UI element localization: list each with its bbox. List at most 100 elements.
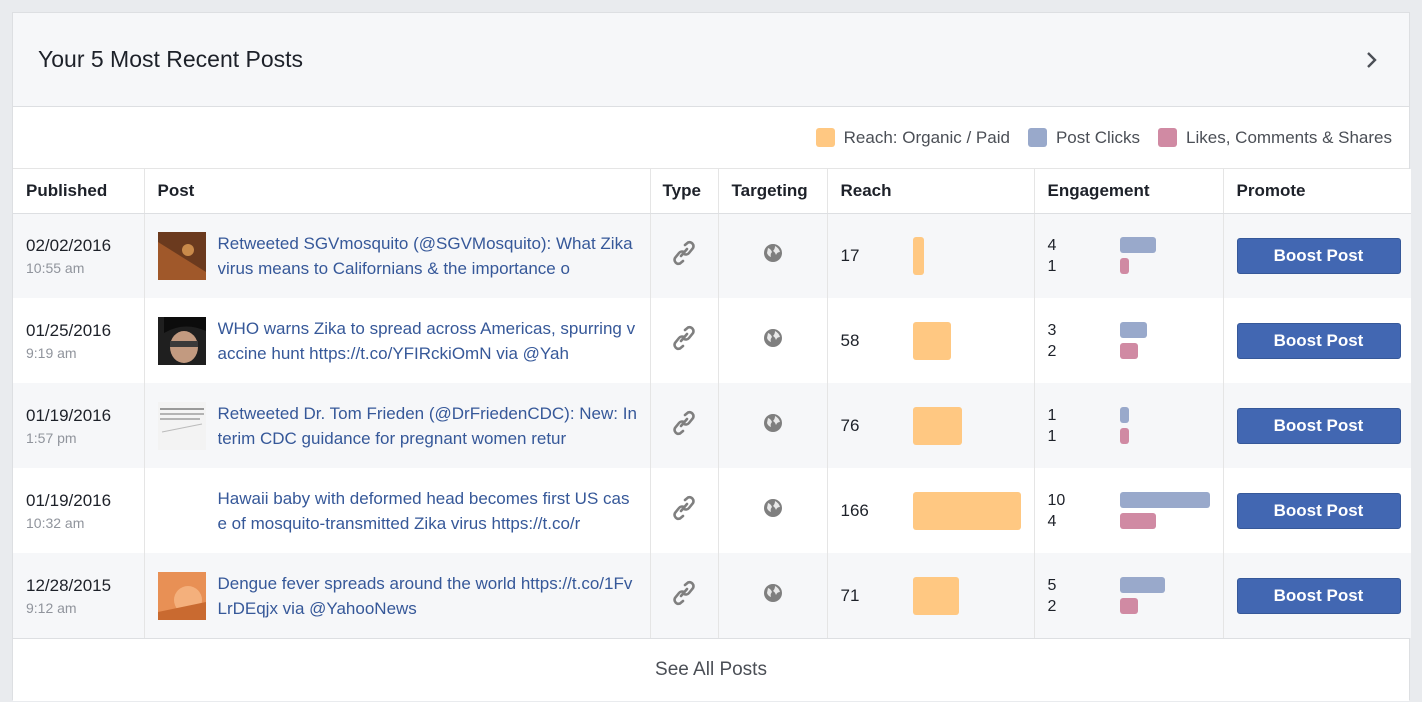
type-cell	[650, 468, 719, 553]
card-header: Your 5 Most Recent Posts	[13, 13, 1409, 107]
likes-bar	[1119, 343, 1138, 359]
post-clicks-value: 5	[1047, 576, 1057, 594]
likes-value: 4	[1047, 512, 1057, 530]
reach-bar	[912, 576, 959, 615]
post-clicks-bar	[1119, 577, 1165, 593]
post-date: 12/28/2015	[26, 575, 112, 595]
reach-bar	[912, 491, 1021, 530]
post-link[interactable]: Hawaii baby with deformed head becomes f…	[218, 486, 638, 536]
type-cell	[650, 383, 719, 468]
reach-cell: 17	[827, 213, 1035, 298]
post-cell: Retweeted SGVmosquito (@SGVMosquito): Wh…	[144, 213, 651, 298]
likes-bar	[1119, 513, 1156, 529]
legend-item-clicks: Post Clicks	[1027, 127, 1141, 148]
published-cell: 12/28/2015 9:12 am	[13, 553, 145, 638]
legend-label-reach: Reach: Organic / Paid	[843, 127, 1010, 147]
post-cell: Dengue fever spreads around the world ht…	[144, 553, 651, 638]
boost-post-button[interactable]: Boost Post	[1236, 407, 1401, 444]
reach-bar	[912, 321, 951, 360]
column-header-published: Published	[13, 169, 145, 214]
engagement-cell: 3 2	[1034, 298, 1224, 383]
legend-swatch-reach	[815, 128, 835, 147]
legend-swatch-clicks	[1027, 128, 1047, 147]
likes-value: 2	[1047, 342, 1057, 360]
likes-value: 2	[1047, 597, 1057, 615]
post-link[interactable]: WHO warns Zika to spread across Americas…	[218, 316, 638, 366]
post-cell: Hawaii baby with deformed head becomes f…	[144, 468, 651, 553]
table-row: 01/19/2016 1:57 pm Retweeted Dr. Tom Fri…	[13, 383, 1411, 468]
targeting-cell	[718, 213, 828, 298]
table-row: 12/28/2015 9:12 am Dengue fever spreads …	[13, 553, 1411, 638]
chevron-right-icon[interactable]	[1357, 45, 1387, 75]
post-link[interactable]: Dengue fever spreads around the world ht…	[218, 571, 638, 621]
post-date: 01/25/2016	[26, 320, 112, 340]
post-date: 01/19/2016	[26, 405, 112, 425]
post-thumbnail[interactable]	[157, 571, 206, 620]
post-time: 1:57 pm	[26, 429, 77, 446]
globe-icon	[763, 329, 783, 352]
engagement-cell: 10 4	[1034, 468, 1224, 553]
post-clicks-bar	[1119, 322, 1147, 338]
legend-item-likes: Likes, Comments & Shares	[1158, 128, 1392, 148]
targeting-cell	[718, 468, 828, 553]
reach-value: 17	[840, 245, 860, 265]
likes-bar	[1119, 428, 1129, 444]
globe-icon	[763, 414, 783, 437]
published-cell: 02/02/2016 10:55 am	[13, 213, 145, 298]
table-row: 01/19/2016 10:32 am Hawaii baby with def…	[13, 468, 1411, 553]
post-link[interactable]: Retweeted SGVmosquito (@SGVMosquito): Wh…	[218, 231, 638, 281]
published-cell: 01/19/2016 1:57 pm	[13, 383, 145, 468]
post-time: 10:32 am	[26, 514, 85, 531]
post-time: 10:55 am	[26, 259, 85, 276]
post-date: 01/19/2016	[26, 490, 112, 510]
legend-label-clicks: Post Clicks	[1055, 127, 1141, 147]
recent-posts-card: Your 5 Most Recent Posts Reach: Organic …	[12, 12, 1411, 701]
legend: Reach: Organic / Paid Post Clicks Likes,…	[13, 107, 1409, 169]
type-cell	[650, 213, 719, 298]
globe-icon	[763, 584, 783, 607]
engagement-cell: 4 1	[1034, 213, 1224, 298]
published-cell: 01/19/2016 10:32 am	[13, 468, 145, 553]
legend-label-likes: Likes, Comments & Shares	[1186, 127, 1392, 147]
boost-post-button[interactable]: Boost Post	[1236, 492, 1401, 529]
post-clicks-bar	[1119, 237, 1156, 254]
engagement-cell: 5 2	[1034, 553, 1224, 638]
likes-value: 1	[1047, 257, 1057, 275]
reach-bar	[912, 236, 924, 275]
post-thumbnail[interactable]	[157, 316, 206, 365]
targeting-cell	[718, 553, 828, 638]
published-cell: 01/25/2016 9:19 am	[13, 298, 145, 383]
link-icon	[673, 410, 695, 440]
type-cell	[650, 298, 719, 383]
post-clicks-value: 3	[1047, 321, 1057, 339]
targeting-cell	[718, 383, 828, 468]
table-row: 02/02/2016 10:55 am Retweeted SGVmosquit…	[13, 213, 1411, 298]
post-date: 02/02/2016	[26, 235, 112, 255]
type-cell	[650, 553, 719, 638]
post-time: 9:12 am	[26, 599, 77, 616]
post-time: 9:19 am	[26, 344, 77, 361]
reach-value: 76	[840, 415, 860, 435]
promote-cell: Boost Post	[1223, 383, 1411, 468]
post-cell: Retweeted Dr. Tom Frieden (@DrFriedenCDC…	[144, 383, 651, 468]
post-clicks-value: 10	[1047, 491, 1066, 509]
reach-bar	[912, 406, 962, 445]
post-clicks-bar	[1119, 407, 1129, 423]
boost-post-button[interactable]: Boost Post	[1236, 322, 1401, 359]
engagement-cell: 1 1	[1034, 383, 1224, 468]
legend-item-reach: Reach: Organic / Paid	[815, 127, 1010, 148]
boost-post-button[interactable]: Boost Post	[1236, 237, 1401, 274]
post-clicks-bar	[1119, 492, 1210, 508]
globe-icon	[763, 499, 783, 522]
post-thumbnail[interactable]	[157, 401, 206, 450]
post-link[interactable]: Retweeted Dr. Tom Frieden (@DrFriedenCDC…	[218, 401, 638, 451]
post-thumbnail[interactable]	[157, 231, 206, 280]
see-all-posts-link[interactable]: See All Posts	[13, 638, 1409, 701]
boost-post-button[interactable]: Boost Post	[1236, 577, 1401, 614]
reach-cell: 166	[827, 468, 1035, 553]
targeting-cell	[718, 298, 828, 383]
post-clicks-value: 1	[1047, 406, 1057, 424]
card-title: Your 5 Most Recent Posts	[38, 46, 304, 72]
post-thumbnail-empty	[158, 487, 206, 535]
globe-icon	[763, 244, 783, 267]
